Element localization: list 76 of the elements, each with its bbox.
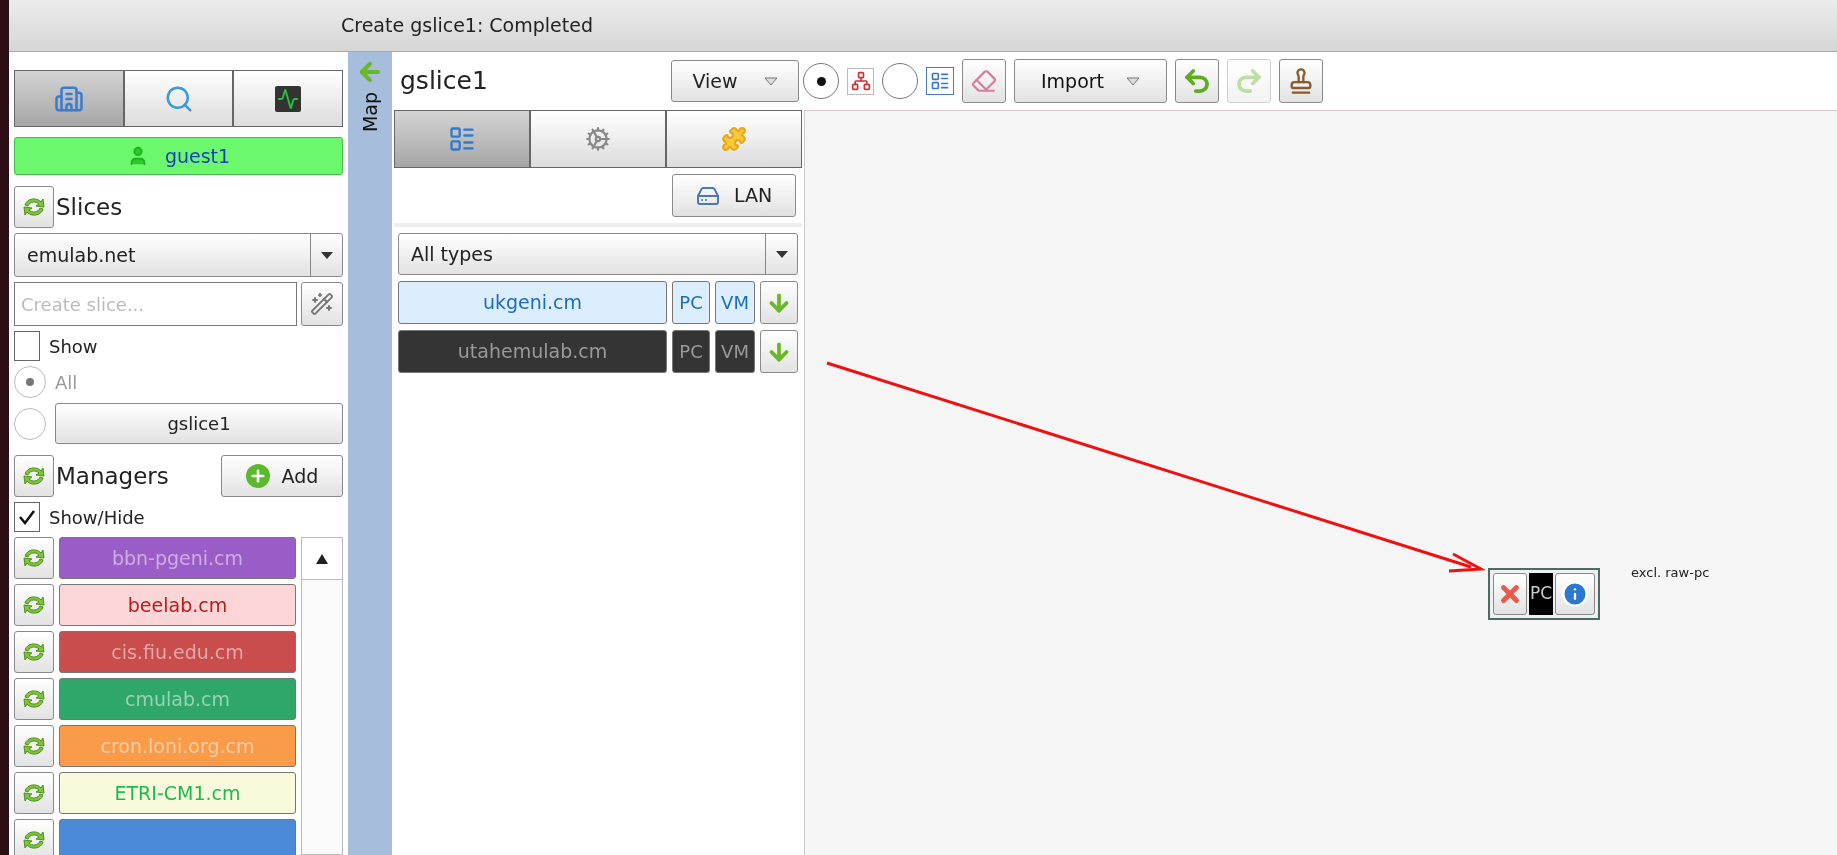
refresh-button[interactable] [14, 772, 54, 814]
pc-button[interactable]: PC [672, 281, 710, 324]
pc-button[interactable]: PC [672, 330, 710, 373]
tab[interactable] [123, 70, 234, 127]
dropdown-value: All types [410, 241, 494, 267]
tab[interactable] [666, 110, 802, 168]
manager-button[interactable]: beelab.cm [59, 584, 296, 626]
user-button[interactable]: guest1 [14, 137, 343, 175]
refresh-button[interactable] [14, 584, 54, 626]
node-label: excl. raw-pc [1631, 564, 1710, 582]
refresh-button[interactable] [14, 631, 54, 673]
scroll-up-button[interactable] [302, 538, 342, 580]
refresh-button[interactable] [14, 455, 54, 497]
map-label: Map [357, 92, 382, 133]
refresh-button[interactable] [14, 537, 54, 579]
stamp-button[interactable] [1279, 59, 1323, 103]
add-node-button[interactable] [760, 281, 798, 324]
slice-title: gslice1 [400, 65, 488, 98]
vm-button[interactable]: VM [715, 281, 755, 324]
wand-icon [310, 292, 334, 316]
refresh-button[interactable] [14, 819, 54, 855]
tab[interactable] [530, 110, 666, 168]
radio-button[interactable] [803, 63, 839, 99]
plus-icon [245, 464, 270, 488]
node-type: PC [1529, 573, 1554, 615]
slice-button[interactable]: gslice1 [55, 403, 343, 444]
import-button[interactable]: Import [1014, 59, 1167, 103]
refresh-button[interactable] [14, 725, 54, 767]
info-icon [1561, 580, 1590, 608]
list-icon [448, 125, 476, 153]
checkbox[interactable] [14, 331, 40, 361]
radio-button[interactable] [14, 407, 46, 440]
vm-button[interactable]: VM [715, 330, 755, 373]
window-title: Create gslice1: Completed [341, 13, 593, 39]
up-arrow-icon [316, 553, 328, 564]
graph-icon[interactable] [847, 67, 874, 95]
radio-label: All [55, 370, 78, 395]
caret-icon [1126, 76, 1141, 86]
eraser-icon [971, 68, 997, 94]
section-heading: Slices [56, 192, 123, 222]
monitor-icon [275, 85, 302, 112]
undo-icon [1182, 66, 1212, 96]
lan-button[interactable]: LAN [672, 174, 796, 217]
eraser-button[interactable] [962, 59, 1006, 103]
puzzle-icon [721, 126, 747, 152]
type-dropdown[interactable]: All types [398, 233, 798, 275]
list-icon[interactable] [926, 67, 954, 95]
delete-button[interactable] [1493, 573, 1527, 615]
add-node-button[interactable] [760, 330, 798, 373]
checkbox-label: Show/Hide [49, 505, 145, 530]
add-button[interactable]: Add [221, 455, 343, 497]
undo-button[interactable] [1175, 59, 1219, 103]
authority-dropdown[interactable]: emulab.net [14, 233, 343, 277]
caret-icon [763, 76, 778, 86]
checkbox[interactable] [14, 502, 40, 532]
dropdown-value: emulab.net [26, 242, 137, 268]
info-button[interactable] [1555, 573, 1596, 615]
refresh-button[interactable] [14, 678, 54, 720]
tab[interactable] [233, 70, 343, 127]
radio-button[interactable] [14, 366, 46, 398]
caret-icon [320, 251, 333, 259]
caret-icon [775, 250, 788, 258]
aggregate-button[interactable]: ukgeni.cm [398, 281, 667, 324]
aggregate-button[interactable]: utahemulab.cm [398, 330, 667, 373]
refresh-button[interactable] [14, 186, 54, 228]
redo-icon [1234, 66, 1264, 96]
wand-button[interactable] [301, 282, 343, 326]
checkbox-label: Show [49, 334, 98, 359]
scrollbar[interactable] [301, 537, 343, 855]
map-strip[interactable]: Map [348, 52, 392, 855]
slice-name-field[interactable]: Create slice... [14, 282, 297, 326]
check-icon [18, 508, 36, 526]
radio-button[interactable] [882, 63, 918, 99]
view-button[interactable]: View [671, 60, 799, 102]
node[interactable]: PC [1488, 568, 1601, 620]
section-heading: Managers [56, 461, 170, 491]
